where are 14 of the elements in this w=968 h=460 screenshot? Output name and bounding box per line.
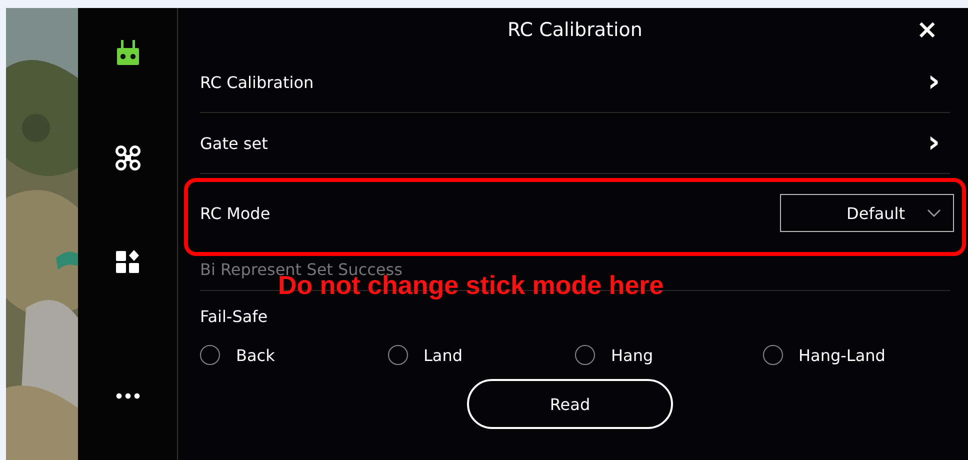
radio-label[interactable]: Hang-Land	[798, 346, 886, 364]
setting-label: RC Mode	[200, 204, 270, 222]
menu-item[interactable]: Gate set	[200, 134, 268, 152]
read-button[interactable]: Read	[467, 379, 673, 429]
radio-label[interactable]: Hang	[611, 346, 654, 364]
chevron-icon[interactable]: ›	[928, 67, 940, 97]
mode-dropdown[interactable]: Default	[780, 194, 954, 232]
radio-label[interactable]: Land	[424, 346, 463, 364]
section-label: Fail-Safe	[200, 306, 268, 326]
chevron-icon[interactable]: ›	[928, 128, 940, 158]
panel-title: RC Calibration	[508, 19, 642, 41]
close-button[interactable]: ×	[910, 16, 944, 44]
radio-label[interactable]: Back	[236, 346, 275, 364]
menu-item[interactable]: RC Calibration	[200, 72, 314, 92]
